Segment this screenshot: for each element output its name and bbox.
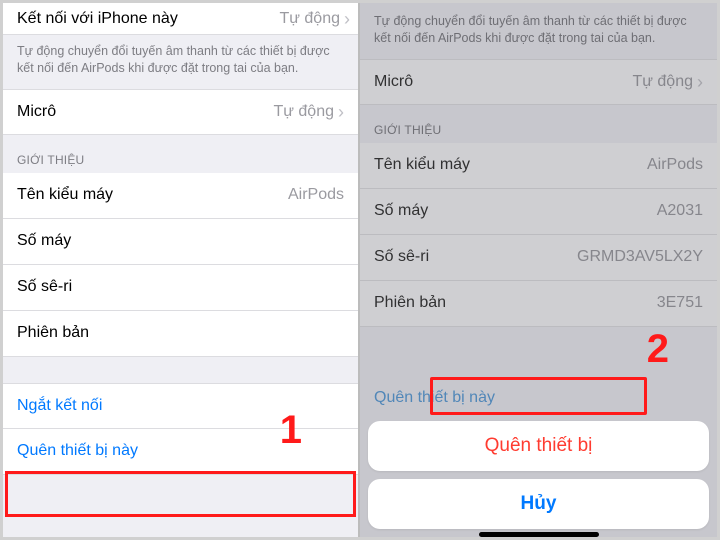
action-sheet: Quên thiết bị Hủy: [368, 413, 709, 529]
highlight-box-2: [430, 377, 647, 415]
connect-value: Tự động ›: [279, 10, 350, 28]
cancel-button[interactable]: Hủy: [368, 479, 709, 529]
step-annotation-1: 1: [280, 408, 302, 453]
disconnect-button[interactable]: Ngắt kết nối: [3, 383, 358, 429]
model-number-row: Số máy: [3, 219, 358, 265]
connect-label: Kết nối với iPhone này: [17, 10, 178, 28]
chevron-right-icon: ›: [338, 103, 344, 121]
micro-value: Tự động ›: [273, 103, 344, 121]
audio-route-description: Tự động chuyển đổi tuyến âm thanh từ các…: [3, 35, 358, 89]
serial-row: Số sê-ri: [3, 265, 358, 311]
connect-to-iphone-row[interactable]: Kết nối với iPhone này Tự động ›: [3, 3, 358, 35]
microphone-row[interactable]: Micrô Tự động ›: [3, 89, 358, 135]
model-name-row: Tên kiểu máy AirPods: [3, 173, 358, 219]
version-row: Phiên bản: [3, 311, 358, 357]
step-annotation-2: 2: [647, 327, 669, 372]
forget-device-confirm-button[interactable]: Quên thiết bị: [368, 421, 709, 471]
home-indicator: [479, 532, 599, 537]
forget-device-button[interactable]: Quên thiết bị này: [3, 429, 358, 475]
highlight-box-1: [5, 471, 356, 517]
about-section-header: GIỚI THIỆU: [3, 135, 358, 173]
micro-label: Micrô: [17, 103, 56, 121]
chevron-right-icon: ›: [344, 10, 350, 28]
